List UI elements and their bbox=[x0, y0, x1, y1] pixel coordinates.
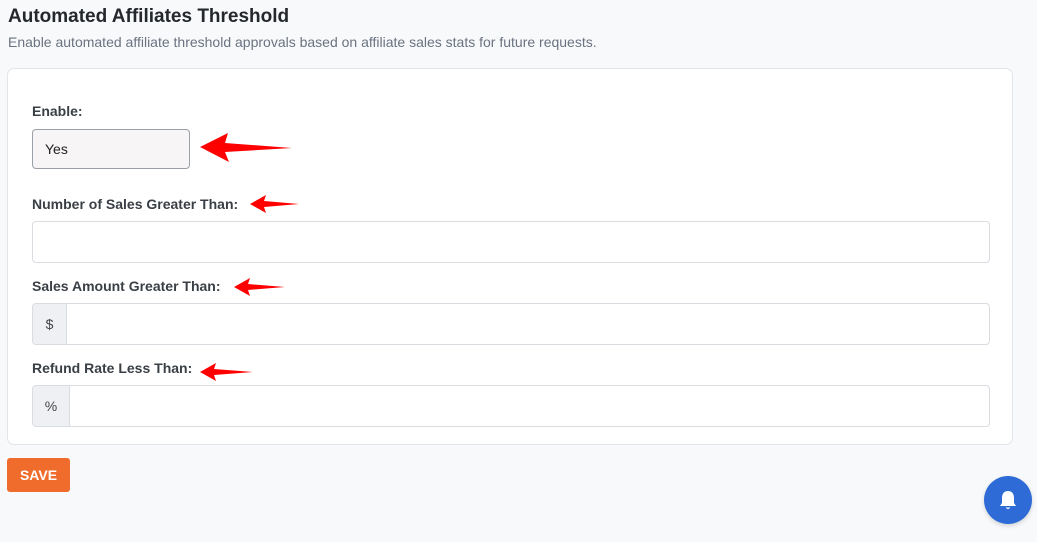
sales-count-label: Number of Sales Greater Than: bbox=[32, 196, 239, 212]
sales-count-field bbox=[32, 221, 990, 263]
percent-prefix: % bbox=[33, 386, 70, 426]
notification-button[interactable] bbox=[984, 476, 1032, 524]
page-title: Automated Affiliates Threshold bbox=[8, 6, 290, 27]
red-arrow-icon bbox=[234, 278, 285, 296]
save-button[interactable]: SAVE bbox=[7, 458, 70, 492]
red-arrow-icon bbox=[200, 363, 253, 381]
sales-amount-label: Sales Amount Greater Than: bbox=[32, 278, 221, 294]
dollar-prefix: $ bbox=[33, 304, 67, 344]
page-subtitle: Enable automated affiliate threshold app… bbox=[8, 34, 597, 50]
enable-select[interactable]: Yes bbox=[32, 129, 190, 169]
sales-count-input[interactable] bbox=[33, 222, 989, 262]
red-arrow-icon bbox=[200, 133, 292, 162]
enable-label: Enable: bbox=[32, 103, 83, 119]
refund-rate-input[interactable] bbox=[70, 386, 989, 426]
sales-amount-input[interactable] bbox=[67, 304, 989, 344]
refund-rate-field: % bbox=[32, 385, 990, 427]
sales-amount-field: $ bbox=[32, 303, 990, 345]
red-arrow-icon bbox=[250, 195, 299, 213]
refund-rate-label: Refund Rate Less Than: bbox=[32, 360, 193, 376]
bell-icon bbox=[1000, 491, 1016, 509]
